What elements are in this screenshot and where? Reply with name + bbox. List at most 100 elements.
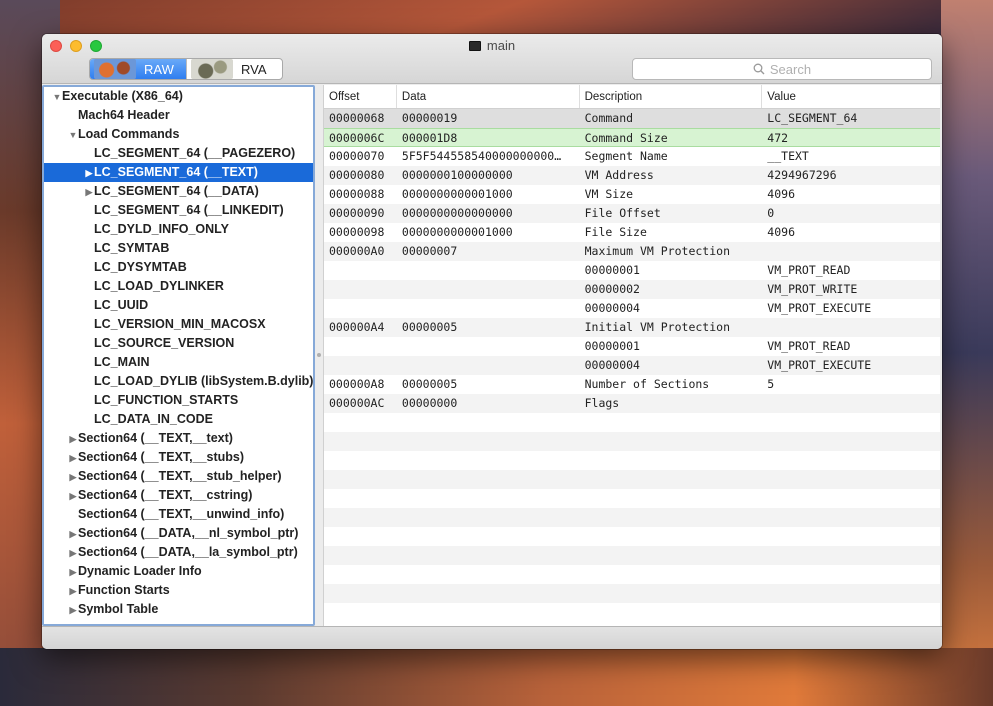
tree-item[interactable]: ▶ Section64 (__DATA,__la_symbol_ptr)	[44, 543, 313, 562]
table-row[interactable]: 00000090 0000000000000000 File Offset 0	[324, 204, 940, 223]
split-view-divider[interactable]	[315, 85, 323, 626]
table-row[interactable]: 00000080 0000000100000000 VM Address 429496…	[324, 166, 940, 185]
tree-item[interactable]: ▶ Dynamic Loader Info	[44, 562, 313, 581]
cell-data: 0000000000001000	[401, 187, 513, 201]
details-table: Offset Data Description Value 00000068 00…	[323, 85, 940, 626]
cell-desc	[580, 489, 763, 508]
cell-value: 4096	[767, 187, 795, 201]
cell-offset	[324, 261, 397, 280]
tree-item[interactable]: ▶ LC_SEGMENT_64 (__DATA)	[44, 182, 313, 201]
disclosure-closed-icon[interactable]: ▶	[68, 468, 78, 487]
raw-mode-button[interactable]: RAW	[90, 59, 186, 79]
table-row[interactable]: 000000AC 00000000 Flags	[324, 394, 940, 413]
table-row[interactable]: 00000068 00000019 Command LC_SEGMENT_64	[324, 109, 940, 128]
cell-desc	[580, 546, 763, 565]
structure-tree[interactable]: ▼Executable (X86_64) Mach64 Header ▼Load C…	[42, 85, 315, 626]
table-row[interactable]: 0000006C 000001D8 Command Size 472	[324, 128, 940, 147]
rva-mode-button[interactable]: RVA	[186, 59, 282, 79]
disclosure-closed-icon[interactable]: ▶	[68, 525, 78, 544]
tree-item[interactable]: ▶ Section64 (__TEXT,__cstring)	[44, 486, 313, 505]
tree-item[interactable]: LC_MAIN	[44, 353, 313, 372]
table-row[interactable]: 00000001 VM_PROT_READ	[324, 337, 940, 356]
tree-item[interactable]: LC_SEGMENT_64 (__PAGEZERO)	[44, 144, 313, 163]
search-field[interactable]: Search	[632, 58, 932, 80]
disclosure-closed-icon[interactable]: ▶	[84, 164, 94, 183]
tree-item[interactable]: ▶ Section64 (__TEXT,__text)	[44, 429, 313, 448]
tree-item-label: LC_VERSION_MIN_MACOSX	[94, 317, 266, 331]
divider-handle-icon	[317, 353, 321, 357]
tree-item[interactable]: LC_LOAD_DYLINKER	[44, 277, 313, 296]
cell-offset: 000000AC	[329, 396, 385, 410]
disclosure-open-icon[interactable]: ▼	[52, 88, 62, 107]
cell-value: LC_SEGMENT_64	[767, 111, 858, 125]
tree-item[interactable]: LC_UUID	[44, 296, 313, 315]
cell-offset	[324, 489, 397, 508]
table-row[interactable]: 00000004 VM_PROT_EXECUTE	[324, 356, 940, 375]
tree-item[interactable]: ▶ Section64 (__TEXT,__stubs)	[44, 448, 313, 467]
cell-data	[397, 527, 580, 546]
cell-desc: Segment Name	[584, 149, 668, 163]
tree-item[interactable]: ▼Load Commands	[44, 125, 313, 144]
tree-item-label: LC_DATA_IN_CODE	[94, 412, 213, 426]
disclosure-closed-icon[interactable]: ▶	[68, 449, 78, 468]
tree-item[interactable]: ▼Executable (X86_64)	[44, 87, 313, 106]
column-header-description[interactable]: Description	[580, 85, 763, 108]
table-row[interactable]: 000000A4 00000005 Initial VM Protection	[324, 318, 940, 337]
table-row[interactable]: 00000001 VM_PROT_READ	[324, 261, 940, 280]
tree-item[interactable]: LC_SYMTAB	[44, 239, 313, 258]
cell-value: VM_PROT_EXECUTE	[767, 301, 872, 315]
tree-item[interactable]: Section64 (__TEXT,__unwind_info)	[44, 505, 313, 524]
tree-item-label: LC_SYMTAB	[94, 241, 170, 255]
tree-item[interactable]: LC_DATA_IN_CODE	[44, 410, 313, 429]
table-row[interactable]: 00000088 0000000000001000 VM Size 4096	[324, 185, 940, 204]
table-row[interactable]: 00000004 VM_PROT_EXECUTE	[324, 299, 940, 318]
disclosure-closed-icon[interactable]: ▶	[68, 487, 78, 506]
disclosure-closed-icon[interactable]: ▶	[84, 183, 94, 202]
tree-item[interactable]: LC_VERSION_MIN_MACOSX	[44, 315, 313, 334]
tree-item-label: Section64 (__TEXT,__unwind_info)	[78, 507, 285, 521]
column-header-data[interactable]: Data	[397, 85, 580, 108]
tree-item[interactable]: LC_LOAD_DYLIB (libSystem.B.dylib)	[44, 372, 313, 391]
status-bar	[42, 626, 942, 649]
disclosure-closed-icon[interactable]: ▶	[68, 430, 78, 449]
tree-item[interactable]: LC_FUNCTION_STARTS	[44, 391, 313, 410]
cell-offset	[324, 299, 397, 318]
cell-value	[762, 527, 940, 546]
tree-item[interactable]: LC_SOURCE_VERSION	[44, 334, 313, 353]
disclosure-open-icon[interactable]: ▼	[68, 126, 78, 145]
tree-item[interactable]: ▶ Function Starts	[44, 581, 313, 600]
cell-value	[762, 318, 940, 337]
table-row[interactable]: 00000070 5F5F544558540000000000… Segment N…	[324, 147, 940, 166]
table-row-empty	[324, 527, 940, 546]
column-header-offset[interactable]: Offset	[324, 85, 397, 108]
tree-item-label: Section64 (__DATA,__nl_symbol_ptr)	[78, 526, 299, 540]
cell-desc: 00000001	[584, 339, 640, 353]
table-row-empty	[324, 603, 940, 622]
cell-desc: Flags	[584, 396, 620, 410]
tree-item[interactable]: ▶ Section64 (__TEXT,__stub_helper)	[44, 467, 313, 486]
disclosure-closed-icon[interactable]: ▶	[68, 563, 78, 582]
desktop-wallpaper-bottom	[0, 648, 993, 706]
table-row[interactable]: 000000A8 00000005 Number of Sections 5	[324, 375, 940, 394]
disclosure-closed-icon[interactable]: ▶	[68, 582, 78, 601]
disclosure-closed-icon[interactable]: ▶	[68, 601, 78, 620]
column-header-value[interactable]: Value	[762, 85, 940, 108]
table-row[interactable]: 000000A0 00000007 Maximum VM Protection	[324, 242, 940, 261]
tree-item[interactable]: Mach64 Header	[44, 106, 313, 125]
tree-item[interactable]: LC_SEGMENT_64 (__LINKEDIT)	[44, 201, 313, 220]
raw-mode-label: RAW	[144, 61, 174, 77]
table-row[interactable]: 00000002 VM_PROT_WRITE	[324, 280, 940, 299]
tree-item[interactable]: LC_DYLD_INFO_ONLY	[44, 220, 313, 239]
disclosure-closed-icon[interactable]: ▶	[68, 544, 78, 563]
tree-item-label: LC_SEGMENT_64 (__LINKEDIT)	[94, 203, 284, 217]
table-row-empty	[324, 584, 940, 603]
tree-item[interactable]: ▶ LC_SEGMENT_64 (__TEXT)	[44, 163, 313, 182]
tree-item[interactable]: ▶ Section64 (__DATA,__nl_symbol_ptr)	[44, 524, 313, 543]
tree-item-label: Function Starts	[78, 583, 170, 597]
cell-desc: Maximum VM Protection	[584, 244, 730, 258]
tree-item[interactable]: ▶ Symbol Table	[44, 600, 313, 619]
table-row[interactable]: 00000098 0000000000001000 File Size 4096	[324, 223, 940, 242]
tree-item-label: Symbol Table	[78, 602, 159, 616]
table-row-empty	[324, 432, 940, 451]
tree-item[interactable]: LC_DYSYMTAB	[44, 258, 313, 277]
